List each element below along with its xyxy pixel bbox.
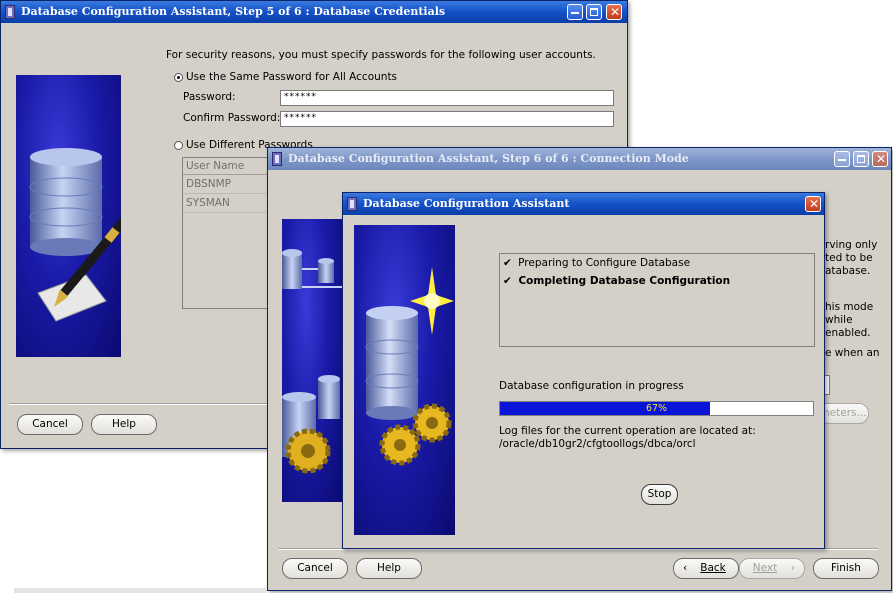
close-icon: ✕	[876, 152, 887, 166]
step-label: Preparing to Configure Database	[518, 257, 691, 269]
close-button[interactable]: ✕	[805, 196, 821, 212]
partial-text-7: e when an	[825, 347, 880, 359]
app-icon	[5, 5, 15, 19]
servers-gears-image	[282, 249, 342, 474]
stop-button[interactable]: Stop	[641, 484, 678, 505]
finish-button[interactable]: Finish	[813, 558, 879, 579]
chevron-right-icon: ›	[790, 562, 795, 574]
same-password-label[interactable]: Use the Same Password for All Accounts	[186, 71, 397, 83]
list-item: ✔ Preparing to Configure Database	[503, 257, 690, 269]
step6-title: Database Configuration Assistant, Step 6…	[288, 152, 689, 165]
connection-mode-illustration	[282, 219, 342, 502]
same-password-radio[interactable]	[174, 73, 183, 82]
progress-steps-list: ✔ Preparing to Configure Database ✔ Comp…	[499, 253, 815, 347]
partial-text-3: atabase.	[825, 265, 871, 277]
list-item: ✔ Completing Database Configuration	[503, 275, 730, 287]
check-icon: ✔	[503, 257, 512, 269]
progress-dialog: Database Configuration Assistant ✕ ✔ Pre…	[342, 192, 825, 549]
minimize-button[interactable]	[567, 4, 583, 20]
step5-cancel-button[interactable]: Cancel	[17, 414, 83, 435]
step6-titlebar[interactable]: Database Configuration Assistant, Step 6…	[268, 148, 891, 170]
database-pen-image	[29, 148, 121, 322]
confirm-password-label: Confirm Password:	[183, 112, 281, 124]
close-button[interactable]: ✕	[606, 4, 622, 20]
close-button[interactable]: ✕	[872, 151, 888, 167]
progress-percent: 67%	[645, 403, 668, 414]
chevron-left-icon: ‹	[683, 562, 688, 574]
progress-status-label: Database configuration in progress	[499, 380, 684, 392]
minimize-button[interactable]	[834, 151, 850, 167]
partial-text-5: while	[825, 314, 853, 326]
close-icon: ✕	[809, 197, 820, 211]
progress-bar: 67%	[499, 401, 814, 416]
step5-help-button[interactable]: Help	[91, 414, 157, 435]
next-button-label: Next	[752, 562, 778, 574]
bottom-shadow	[14, 588, 267, 593]
partial-text-1: rving only	[825, 239, 878, 251]
credentials-illustration	[16, 75, 121, 357]
maximize-button[interactable]	[586, 4, 602, 20]
security-intro-text: For security reasons, you must specify p…	[166, 49, 596, 61]
progress-titlebar[interactable]: Database Configuration Assistant ✕	[343, 193, 824, 215]
partial-text-2: ted to be	[825, 252, 873, 264]
different-passwords-radio[interactable]	[174, 141, 183, 150]
progress-illustration	[354, 225, 455, 535]
database-gears-star-image	[365, 267, 454, 466]
log-files-label: Log files for the current operation are …	[499, 425, 756, 437]
back-button-label: Back	[700, 562, 726, 574]
step6-help-button[interactable]: Help	[356, 558, 422, 579]
partial-text-4: his mode	[825, 301, 874, 313]
password-label: Password:	[183, 91, 236, 103]
log-files-path: /oracle/db10gr2/cfgtoollogs/dbca/orcl	[499, 438, 696, 450]
app-icon	[347, 197, 357, 211]
app-icon	[272, 152, 282, 166]
password-field[interactable]: ******	[280, 90, 614, 106]
step5-titlebar[interactable]: Database Configuration Assistant, Step 5…	[1, 1, 627, 23]
maximize-button[interactable]	[853, 151, 869, 167]
confirm-password-field[interactable]: ******	[280, 111, 614, 127]
step-label: Completing Database Configuration	[518, 275, 731, 287]
partial-text-6: enabled.	[825, 327, 871, 339]
step6-cancel-button[interactable]: Cancel	[282, 558, 348, 579]
check-icon: ✔	[503, 275, 512, 287]
progress-title: Database Configuration Assistant	[363, 197, 570, 210]
back-button[interactable]: ‹ Back	[673, 558, 739, 579]
next-button[interactable]: Next ›	[739, 558, 805, 579]
step5-title: Database Configuration Assistant, Step 5…	[21, 5, 446, 18]
close-icon: ✕	[610, 5, 621, 19]
